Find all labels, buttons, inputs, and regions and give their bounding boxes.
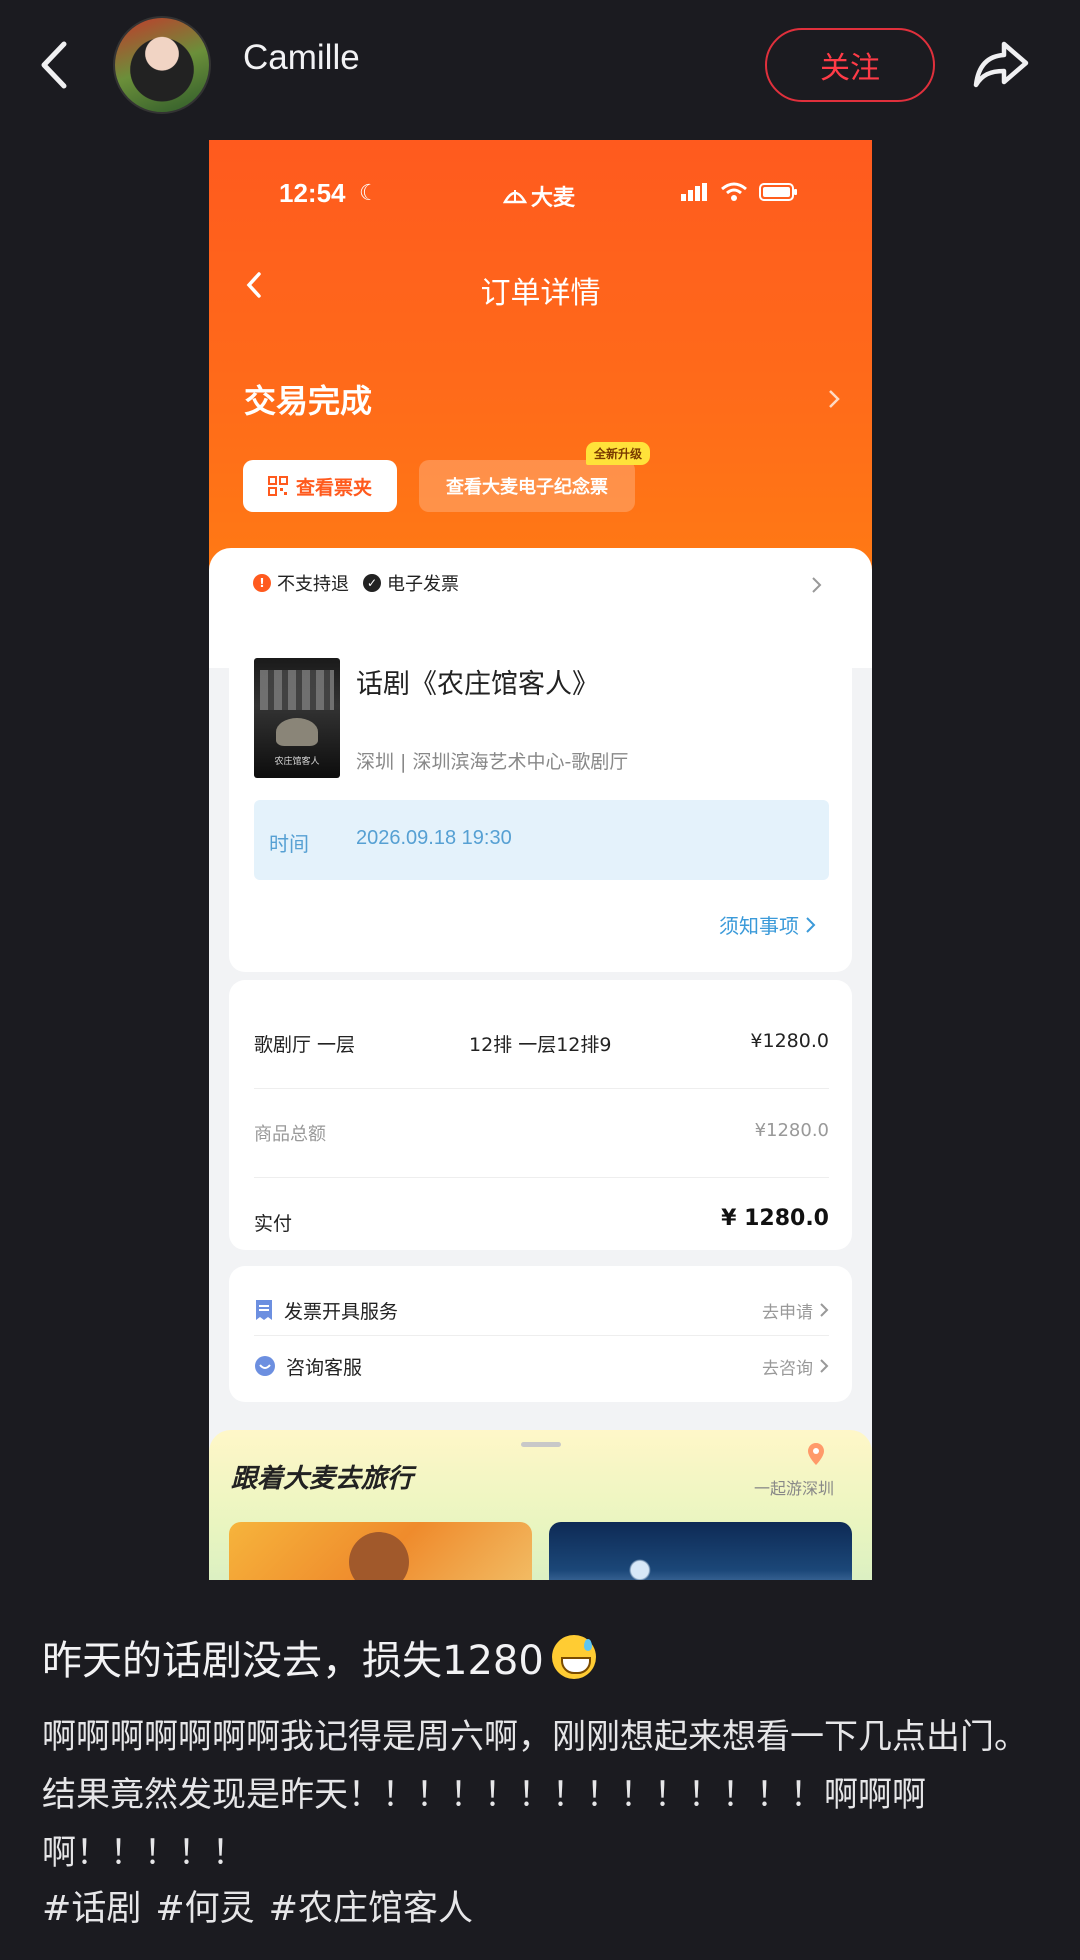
- avatar[interactable]: [113, 16, 211, 114]
- travel-title: 跟着大麦去旅行: [231, 1464, 414, 1494]
- battery-icon: [759, 183, 797, 201]
- time-label: 时间: [269, 832, 309, 856]
- hashtag[interactable]: #话剧: [42, 1880, 141, 1931]
- divider: [254, 1335, 829, 1336]
- subtotal-label: 商品总额: [254, 1124, 326, 1145]
- ticket-wallet-label: 查看票夹: [295, 476, 372, 499]
- divider: [254, 1177, 829, 1178]
- damai-logo-icon: [503, 190, 527, 204]
- bear-mascot: [349, 1532, 409, 1580]
- time-value: 2026.09.18 19:30: [356, 827, 512, 849]
- wifi-icon: [721, 182, 747, 201]
- brand-logo: 大麦: [503, 180, 575, 212]
- show-time-box: [254, 800, 829, 880]
- chevron-right-icon: [806, 916, 816, 933]
- hashtag[interactable]: #何灵: [155, 1880, 254, 1931]
- service-row-support[interactable]: 咨询客服 去咨询: [254, 1346, 829, 1386]
- travel-subtitle[interactable]: 一起游深圳: [754, 1475, 834, 1499]
- subtotal-value: ¥1280.0: [754, 1120, 829, 1141]
- qr-icon: [267, 476, 288, 496]
- ticket-wallet-button[interactable]: 查看票夹: [243, 460, 397, 512]
- poster-cast-photo: [260, 670, 334, 710]
- paid-label: 实付: [254, 1213, 293, 1235]
- share-button[interactable]: [968, 30, 1034, 96]
- post-body: 啊啊啊啊啊啊啊我记得是周六啊，刚刚想起来想看一下几点出门。结果竟然发现是昨天！！…: [42, 1717, 1028, 1873]
- location-pin-icon: [808, 1443, 824, 1465]
- service-action[interactable]: 去咨询: [762, 1354, 829, 1379]
- policy-tags: ! 不支持退 ✓ 电子发票: [253, 570, 459, 596]
- upgrade-badge: 全新升级: [586, 442, 651, 465]
- back-arrow-icon: [41, 41, 67, 89]
- page-title: 订单详情: [480, 276, 601, 311]
- poster-title: 农庄馆客人: [274, 757, 320, 767]
- signal-icon: [681, 183, 707, 201]
- service-action-label: 去咨询: [762, 1358, 813, 1379]
- status-icons: [681, 182, 799, 202]
- drag-handle[interactable]: [521, 1442, 561, 1447]
- notice-link[interactable]: 须知事项: [719, 910, 817, 939]
- tag-e-invoice: ✓ 电子发票: [363, 570, 459, 596]
- seat-position: 12排 一层12排9: [469, 1034, 612, 1056]
- service-action[interactable]: 去申请: [762, 1298, 829, 1323]
- seat-price: ¥1280.0: [750, 1030, 829, 1052]
- embedded-screenshot[interactable]: 12:54 ☾ 大麦 订单详情 交易完成 查看票夹 查看大麦电子纪念票 全新升级…: [209, 140, 872, 1580]
- post-title-text: 昨天的话剧没去，损失1280: [42, 1638, 544, 1684]
- tag-e-invoice-label: 电子发票: [387, 574, 459, 595]
- back-button[interactable]: [30, 30, 80, 100]
- post-title: 昨天的话剧没去，损失1280: [42, 1628, 596, 1686]
- show-title[interactable]: 话剧《农庄馆客人》: [356, 662, 599, 701]
- paid-value: ¥ 1280.0: [721, 1206, 829, 1231]
- follow-button[interactable]: 关注: [765, 28, 935, 102]
- chevron-right-icon: [820, 1303, 829, 1317]
- show-poster[interactable]: 农庄馆客人: [254, 658, 340, 778]
- show-venue: 深圳 | 深圳滨海艺术中心-歌剧厅: [356, 751, 629, 773]
- grinning-sweat-emoji: [551, 1635, 596, 1679]
- travel-card-image[interactable]: [229, 1522, 532, 1580]
- order-status[interactable]: 交易完成: [244, 376, 372, 422]
- divider: [254, 1088, 829, 1089]
- top-bar: Camille 关注: [0, 0, 1080, 130]
- service-action-label: 去申请: [762, 1302, 813, 1323]
- brand-name: 大麦: [531, 186, 576, 211]
- hashtags: #话剧 #何灵 #农庄馆客人: [42, 1880, 473, 1931]
- souvenir-ticket-button[interactable]: 查看大麦电子纪念票: [419, 460, 635, 512]
- share-icon: [973, 41, 1029, 88]
- hashtag[interactable]: #农庄馆客人: [269, 1880, 473, 1931]
- chevron-right-icon: [820, 1359, 829, 1373]
- chevron-right-icon[interactable]: [811, 576, 823, 594]
- info-icon: !: [253, 574, 271, 592]
- service-label: 咨询客服: [286, 1356, 363, 1379]
- chevron-right-icon[interactable]: [827, 388, 841, 410]
- username[interactable]: Camille: [243, 38, 360, 78]
- invoice-icon: [256, 1300, 272, 1320]
- check-icon: ✓: [363, 574, 381, 592]
- tag-no-refund-label: 不支持退: [277, 574, 349, 595]
- status-time: 12:54: [279, 178, 346, 208]
- service-label: 发票开具服务: [284, 1300, 399, 1323]
- travel-card-image[interactable]: [549, 1522, 852, 1580]
- chat-icon: [255, 1356, 275, 1376]
- notice-link-label: 须知事项: [719, 914, 799, 938]
- poster-tree: [276, 718, 318, 746]
- moon-icon: ☾: [359, 181, 379, 206]
- tag-no-refund: ! 不支持退: [253, 570, 349, 596]
- service-row-invoice[interactable]: 发票开具服务 去申请: [254, 1290, 829, 1330]
